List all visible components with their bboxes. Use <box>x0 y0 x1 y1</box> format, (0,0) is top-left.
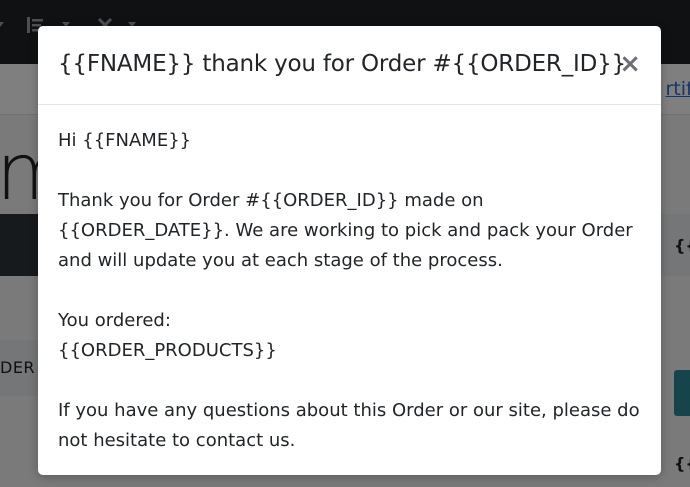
page: rtifi m {{ DER {{ {{FNAME}} thank you fo… <box>0 0 690 487</box>
email-ordered-label: You ordered: <box>58 310 171 331</box>
email-preview-modal: {{FNAME}} thank you for Order #{{ORDER_I… <box>38 26 661 475</box>
email-paragraph-order: Thank you for Order #{{ORDER_ID}} made o… <box>58 190 633 271</box>
email-ordered-products: {{ORDER_PRODUCTS}} <box>58 340 277 361</box>
modal-header: {{FNAME}} thank you for Order #{{ORDER_I… <box>38 26 661 105</box>
email-greeting: Hi {{FNAME}} <box>58 130 192 151</box>
modal-body: Hi {{FNAME}} Thank you for Order #{{ORDE… <box>58 126 643 475</box>
modal-title: {{FNAME}} thank you for Order #{{ORDER_I… <box>58 51 626 77</box>
close-button[interactable]: × <box>619 50 641 78</box>
email-paragraph-contact: If you have any questions about this Ord… <box>58 400 640 451</box>
